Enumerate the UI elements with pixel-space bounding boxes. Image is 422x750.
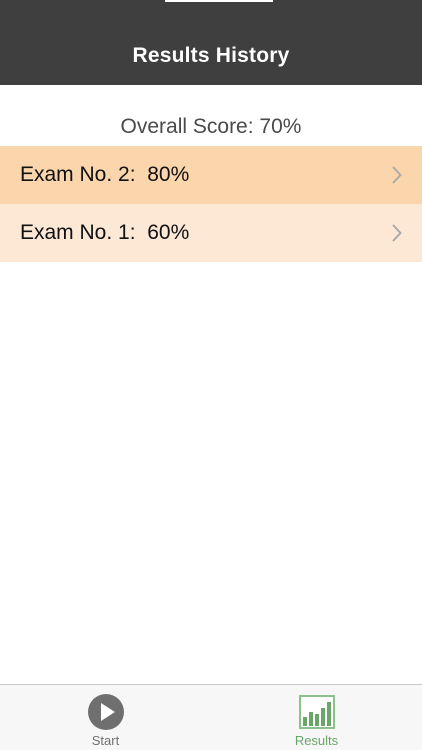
tab-label: Start: [91, 733, 120, 748]
result-label: Exam No. 2: 80%: [20, 163, 190, 186]
chevron-right-icon: [392, 166, 402, 184]
score-summary: Overall Score: 70%: [0, 85, 422, 231]
results-history-screen: Results History Overall Score: 70% Exam …: [0, 0, 422, 750]
tab-results[interactable]: Results: [211, 685, 422, 750]
results-list: Exam No. 2: 80% Exam No. 1: 60%: [0, 146, 422, 262]
tab-start[interactable]: Start: [0, 685, 211, 750]
overall-score: Overall Score: 70%: [120, 115, 302, 138]
chevron-right-icon: [392, 224, 402, 242]
navigation-bar: Results History: [0, 0, 422, 85]
play-circle-icon: [87, 694, 124, 730]
result-row-exam-2[interactable]: Exam No. 2: 80%: [0, 146, 422, 204]
page-title: Results History: [132, 44, 290, 67]
result-label: Exam No. 1: 60%: [20, 221, 190, 244]
tab-label: Results: [294, 733, 339, 748]
bar-chart-icon: [298, 695, 335, 729]
device-notch: [165, 0, 273, 2]
tab-bar: Start Results: [0, 684, 422, 750]
result-row-exam-1[interactable]: Exam No. 1: 60%: [0, 204, 422, 262]
